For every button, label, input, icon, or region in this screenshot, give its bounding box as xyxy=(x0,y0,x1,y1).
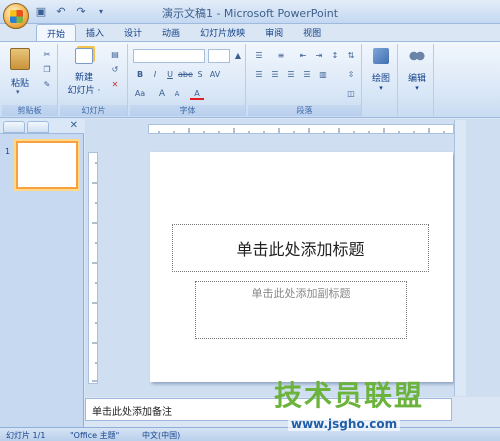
slide-counter: 幻灯片 1/1 xyxy=(6,431,46,440)
paste-button[interactable]: 粘贴 ▾ xyxy=(6,48,34,96)
paste-icon xyxy=(10,48,30,70)
watermark-url: www.jsgho.com xyxy=(288,417,401,431)
thumbnail-number: 1 xyxy=(5,147,11,156)
format-painter-icon[interactable]: ✎ xyxy=(40,79,54,91)
tab-design[interactable]: 设计 xyxy=(114,24,152,41)
align-center-icon[interactable]: ☰ xyxy=(268,69,282,81)
chevron-down-icon: ▾ xyxy=(379,84,383,92)
clipboard-group: 粘贴 ▾ ✂ ❐ ✎ 剪贴板 xyxy=(2,44,58,116)
editing-button[interactable]: 编辑 ▾ xyxy=(403,48,431,98)
language-indicator: 中文(中国) xyxy=(142,431,181,440)
align-right-icon[interactable]: ☰ xyxy=(284,69,298,81)
vertical-ruler xyxy=(88,152,98,384)
theme-name: "Office 主题" xyxy=(70,431,120,440)
tab-home[interactable]: 开始 xyxy=(36,24,77,41)
subtitle-placeholder[interactable]: 单击此处添加副标题 xyxy=(195,281,407,339)
title-bar: ▣ ↶ ↷ ▾ 演示文稿1 - Microsoft PowerPoint xyxy=(0,0,500,24)
cut-icon[interactable]: ✂ xyxy=(40,49,54,61)
underline-button[interactable]: U xyxy=(163,69,177,81)
horizontal-ruler xyxy=(148,124,454,134)
slides-pane: ✕ 1 xyxy=(0,119,84,427)
tab-slideshow[interactable]: 幻灯片放映 xyxy=(190,24,255,41)
reset-icon[interactable]: ↺ xyxy=(108,64,122,76)
close-icon[interactable]: ✕ xyxy=(70,120,78,131)
smartart-icon[interactable]: ◫ xyxy=(344,88,358,100)
grow-font-button[interactable]: A xyxy=(155,88,169,100)
vertical-scrollbar[interactable] xyxy=(454,120,466,396)
font-group: ▲ B I U abe S AV Aa A A A 字体 xyxy=(130,44,246,116)
tab-insert[interactable]: 插入 xyxy=(76,24,114,41)
ribbon-tabs: 开始 插入 设计 动画 幻灯片放映 审阅 视图 xyxy=(36,24,331,41)
ribbon: 粘贴 ▾ ✂ ❐ ✎ 剪贴板 新建 幻灯片 · ▤ ↺ ✕ 幻灯片 ▲ B I … xyxy=(0,41,500,118)
spacing-button[interactable]: AV xyxy=(208,69,222,81)
bullets-icon[interactable]: ☰ xyxy=(252,50,266,62)
grow-font-icon[interactable]: ▲ xyxy=(231,50,245,62)
clipboard-group-label: 剪贴板 xyxy=(2,105,57,116)
italic-button[interactable]: I xyxy=(148,69,162,81)
delete-slide-icon[interactable]: ✕ xyxy=(108,79,122,91)
font-color-button[interactable]: A xyxy=(190,88,204,100)
align-left-icon[interactable]: ☰ xyxy=(252,69,266,81)
pane-tabs: ✕ xyxy=(0,119,84,134)
chevron-down-icon: ▾ xyxy=(415,84,419,92)
align-text-icon[interactable]: ⇳ xyxy=(344,69,358,81)
shadow-button[interactable]: S xyxy=(193,69,207,81)
drawing-label: 绘图 xyxy=(371,74,390,84)
window-title: 演示文稿1 - Microsoft PowerPoint xyxy=(161,7,339,20)
tab-animations[interactable]: 动画 xyxy=(152,24,190,41)
numbering-icon[interactable]: ≡ xyxy=(274,50,288,62)
justify-icon[interactable]: ☰ xyxy=(300,69,314,81)
bold-button[interactable]: B xyxy=(133,69,147,81)
new-slide-label-2: 幻灯片 · xyxy=(67,86,101,96)
increase-indent-icon[interactable]: ⇥ xyxy=(312,50,326,62)
line-spacing-icon[interactable]: ↕ xyxy=(328,50,342,62)
tab-review[interactable]: 审阅 xyxy=(255,24,293,41)
font-name-combo[interactable] xyxy=(133,49,205,63)
tab-view[interactable]: 视图 xyxy=(293,24,331,41)
shrink-font-button[interactable]: A xyxy=(170,88,184,100)
slide-canvas[interactable]: 单击此处添加标题 单击此处添加副标题 xyxy=(150,152,453,382)
office-button[interactable] xyxy=(3,3,29,29)
columns-icon[interactable]: ▥ xyxy=(316,69,330,81)
new-slide-label-1: 新建 xyxy=(74,73,93,83)
new-slide-icon xyxy=(75,48,93,64)
strikethrough-button[interactable]: abe xyxy=(178,69,193,81)
copy-icon[interactable]: ❐ xyxy=(40,64,54,76)
text-direction-icon[interactable]: ⇅ xyxy=(344,50,358,62)
editing-label: 编辑 xyxy=(407,74,426,84)
outline-tab[interactable] xyxy=(27,121,49,133)
decrease-indent-icon[interactable]: ⇤ xyxy=(296,50,310,62)
font-size-combo[interactable] xyxy=(208,49,230,63)
change-case-button[interactable]: Aa xyxy=(133,88,147,100)
slide-thumbnail[interactable] xyxy=(16,141,78,189)
editing-group: 编辑 ▾ xyxy=(400,44,434,116)
shapes-icon xyxy=(373,48,389,64)
layout-icon[interactable]: ▤ xyxy=(108,49,122,61)
drawing-button[interactable]: 绘图 ▾ xyxy=(367,48,395,98)
paragraph-group-label: 段落 xyxy=(248,105,361,116)
chevron-down-icon: ▾ xyxy=(16,88,20,96)
paste-label: 粘贴 xyxy=(10,79,29,89)
ruler-ticks xyxy=(158,128,445,133)
binoculars-icon xyxy=(409,48,425,64)
site-watermark: 技术员联盟 www.jsgho.com xyxy=(270,374,498,434)
new-slide-button[interactable]: 新建 幻灯片 · xyxy=(64,48,104,98)
vruler-ticks xyxy=(92,162,97,382)
office-logo-icon xyxy=(10,10,23,23)
slides-group: 新建 幻灯片 · ▤ ↺ ✕ 幻灯片 xyxy=(60,44,128,116)
paragraph-group: ☰ ≡ ⇤ ⇥ ↕ ⇅ ☰ ☰ ☰ ☰ ▥ ⇳ ◫ 段落 xyxy=(248,44,362,116)
font-group-label: 字体 xyxy=(130,105,245,116)
drawing-group: 绘图 ▾ xyxy=(364,44,398,116)
slides-tab[interactable] xyxy=(3,121,25,133)
slides-group-label: 幻灯片 xyxy=(60,105,127,116)
watermark-text: 技术员联盟 xyxy=(274,379,425,412)
title-placeholder[interactable]: 单击此处添加标题 xyxy=(172,224,429,272)
